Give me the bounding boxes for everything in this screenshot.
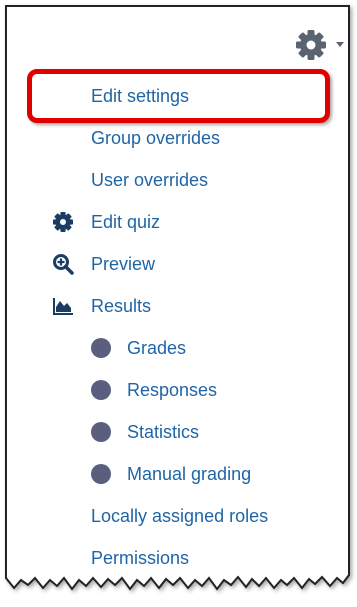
menu-item-label: Responses	[127, 380, 218, 400]
menu-item-locally-assigned-roles[interactable]: Locally assigned roles	[91, 500, 268, 532]
menu-item-edit-quiz[interactable]: Edit quiz	[0, 206, 340, 238]
menu-item-label: Statistics	[127, 422, 200, 442]
cog-icon	[53, 212, 73, 232]
menu-item-label: Group overrides	[91, 128, 221, 148]
menu-item-manual-grading[interactable]: Manual grading	[0, 458, 340, 490]
menu-item-group-overrides[interactable]: Group overrides	[91, 122, 220, 154]
menu-item-label: Grades	[127, 338, 187, 358]
menu-item-label: Permissions	[91, 548, 190, 568]
bullet-icon	[91, 422, 111, 442]
menu-item-edit-settings[interactable]: Edit settings	[91, 80, 189, 112]
menu-item-label: Locally assigned roles	[91, 506, 269, 526]
menu-item-label: Edit quiz	[91, 212, 161, 232]
menu-item-label: Edit settings	[91, 86, 190, 106]
bullet-icon	[91, 464, 111, 484]
menu-item-user-overrides[interactable]: User overrides	[91, 164, 208, 196]
menu-item-label: User overrides	[91, 170, 209, 190]
menu-item-label: Results	[91, 296, 152, 316]
quiz-admin-menu-panel: Edit settings Group overrides User overr…	[0, 0, 357, 607]
menu-item-responses[interactable]: Responses	[0, 374, 340, 406]
menu-item-permissions[interactable]: Permissions	[91, 542, 189, 574]
menu-item-label: Manual grading	[127, 464, 252, 484]
gear-icon	[296, 30, 326, 60]
bullet-icon	[91, 380, 111, 400]
area-chart-icon	[53, 298, 73, 315]
menu-item-label: Preview	[91, 254, 156, 274]
chevron-down-icon	[336, 42, 344, 47]
menu-item-statistics[interactable]: Statistics	[0, 416, 340, 448]
menu-item-results[interactable]: Results	[0, 290, 340, 322]
settings-gear-button[interactable]	[294, 28, 352, 62]
bullet-icon	[91, 338, 111, 358]
zoom-in-icon	[53, 254, 74, 275]
menu-item-grades[interactable]: Grades	[0, 332, 340, 364]
menu-item-preview[interactable]: Preview	[0, 248, 340, 280]
